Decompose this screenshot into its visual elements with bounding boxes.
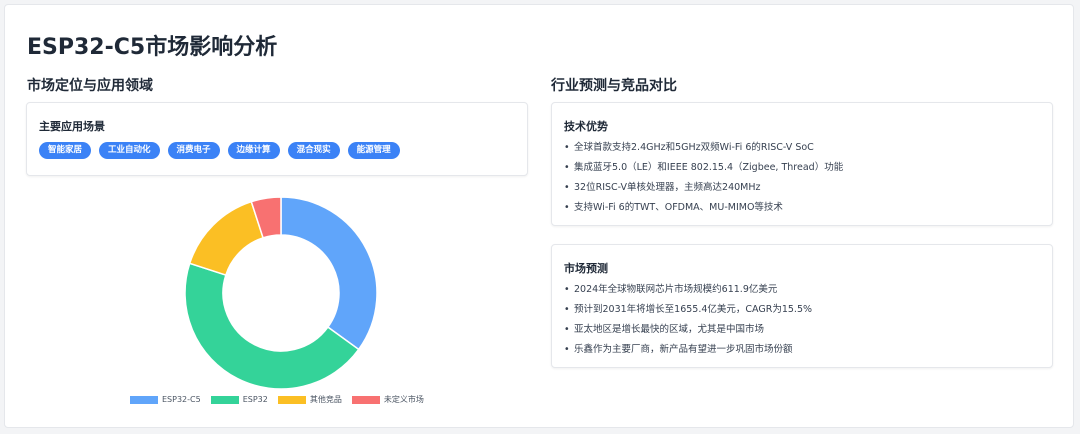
bullet-icon: • (564, 304, 570, 315)
list-item: • 集成蓝牙5.0（LE）和IEEE 802.15.4（Zigbee, Threa… (564, 161, 843, 181)
list-item: • 2024年全球物联网芯片市场规模约611.9亿美元 (564, 283, 812, 303)
scenario-tag: 边缘计算 (227, 142, 280, 159)
tech-advantages-card: 技术优势 • 全球首款支持2.4GHz和5GHz双频Wi-Fi 6的RISC-V … (551, 102, 1053, 226)
legend-label: 其他竞品 (309, 395, 342, 404)
list-item: • 全球首款支持2.4GHz和5GHz双频Wi-Fi 6的RISC-V SoC (564, 141, 843, 161)
bullet-icon: • (564, 284, 570, 295)
market-forecast-list: • 2024年全球物联网芯片市场规模约611.9亿美元 • 预计到2031年将增长至… (564, 283, 812, 363)
legend-swatch (351, 395, 380, 404)
application-scenarios-card: 主要应用场景 智能家居 工业自动化 消费电子 边缘计算 混合现实 能源管理 (26, 102, 528, 176)
legend-item[interactable]: ESP32 (210, 395, 268, 404)
page-title: ESP32-C5市场影响分析 (27, 35, 278, 60)
bullet-icon: • (564, 324, 570, 335)
bullet-icon: • (564, 344, 570, 355)
legend-item[interactable]: 未定义市场 (351, 394, 424, 405)
tech-advantages-title: 技术优势 (564, 120, 608, 133)
legend-swatch (277, 395, 306, 404)
legend-label: ESP32-C5 (162, 395, 201, 404)
donut-slice-1[interactable] (280, 196, 378, 351)
scenario-tag: 智能家居 (39, 142, 92, 159)
scenario-tag-list: 智能家居 工业自动化 消费电子 边缘计算 混合现实 能源管理 (39, 142, 400, 159)
advantage-text: 集成蓝牙5.0（LE）和IEEE 802.15.4（Zigbee, Thread… (574, 162, 844, 173)
scenario-tag: 工业自动化 (99, 142, 160, 159)
industry-forecast-title: 行业预测与竞品对比 (551, 78, 677, 94)
bullet-icon: • (564, 202, 570, 213)
scenario-tag: 混合现实 (287, 142, 340, 159)
legend-label: 未定义市场 (383, 395, 424, 404)
scenario-tag: 能源管理 (347, 142, 400, 159)
market-share-chart (105, 187, 465, 409)
legend-label: ESP32 (242, 395, 268, 404)
list-item: • 支持Wi-Fi 6的TWT、OFDMA、MU-MIMO等技术 (564, 201, 843, 221)
advantage-text: 32位RISC-V单核处理器，主频高达240MHz (574, 182, 761, 193)
advantage-text: 支持Wi-Fi 6的TWT、OFDMA、MU-MIMO等技术 (574, 202, 783, 213)
legend-swatch (210, 395, 239, 404)
list-item: • 乐鑫作为主要厂商，新产品有望进一步巩固市场份额 (564, 343, 812, 363)
tech-advantages-list: • 全球首款支持2.4GHz和5GHz双频Wi-Fi 6的RISC-V SoC •… (564, 141, 843, 221)
forecast-text: 亚太地区是增长最快的区域，尤其是中国市场 (574, 324, 765, 335)
list-item: • 预计到2031年将增长至1655.4亿美元，CAGR为15.5% (564, 303, 812, 323)
donut-slice-3[interactable] (188, 200, 265, 277)
forecast-text: 预计到2031年将增长至1655.4亿美元，CAGR为15.5% (574, 304, 813, 315)
page-container: ESP32-C5市场影响分析 市场定位与应用领域 主要应用场景 智能家居 工业自… (4, 4, 1074, 428)
market-positioning-title: 市场定位与应用领域 (27, 78, 153, 94)
legend-swatch (130, 395, 158, 404)
advantage-text: 全球首款支持2.4GHz和5GHz双频Wi-Fi 6的RISC-V SoC (574, 142, 814, 153)
legend-item[interactable]: ESP32-C5 (130, 395, 201, 404)
bullet-icon: • (564, 182, 570, 193)
bullet-icon: • (564, 142, 570, 153)
market-forecast-title: 市场预测 (564, 262, 608, 275)
market-share-donut-svg (184, 196, 378, 390)
application-scenarios-title: 主要应用场景 (39, 120, 105, 133)
bullet-icon: • (564, 162, 570, 173)
forecast-text: 乐鑫作为主要厂商，新产品有望进一步巩固市场份额 (574, 344, 793, 355)
list-item: • 亚太地区是增长最快的区域，尤其是中国市场 (564, 323, 812, 343)
legend-item[interactable]: 其他竞品 (277, 394, 342, 405)
chart-legend: ESP32-C5 ESP32 其他竞品 未定义市场 (130, 394, 424, 405)
list-item: • 32位RISC-V单核处理器，主频高达240MHz (564, 181, 843, 201)
forecast-text: 2024年全球物联网芯片市场规模约611.9亿美元 (574, 284, 778, 295)
market-forecast-card: 市场预测 • 2024年全球物联网芯片市场规模约611.9亿美元 • 预计到2031… (551, 244, 1053, 368)
scenario-tag: 消费电子 (167, 142, 220, 159)
